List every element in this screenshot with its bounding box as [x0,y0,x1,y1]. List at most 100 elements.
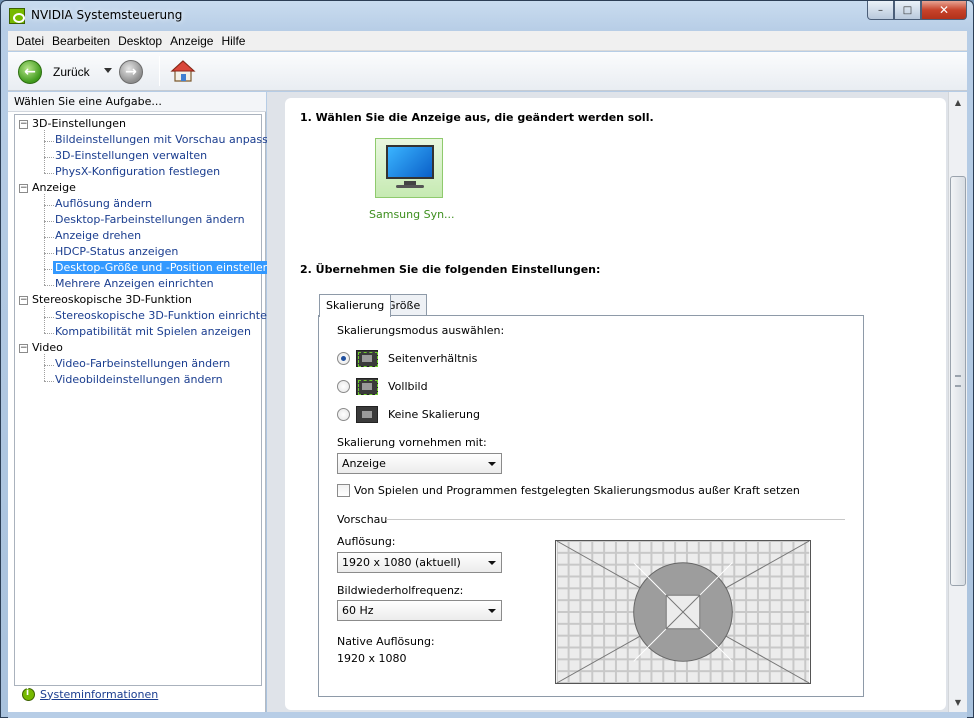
display-label[interactable]: Samsung Syn... [369,208,455,221]
radio-fullscreen-label[interactable]: Vollbild [388,380,428,393]
refresh-rate-select[interactable]: 60 Hz [337,600,502,621]
window-bottom-border [8,712,967,718]
fullscreen-icon [356,378,378,395]
scroll-up-icon[interactable]: ▲ [950,94,966,110]
tree-connector [44,237,54,238]
tree-link[interactable]: Anzeige drehen [55,229,141,242]
menu-hilfe[interactable]: Hilfe [217,34,249,48]
tree-connector [44,205,54,206]
tree-connector [44,141,54,142]
scaling-panel: Skalierungsmodus auswählen: Seitenverhäl… [318,315,864,697]
tree-link[interactable]: Stereoskopische 3D-Funktion einrichten [55,309,274,322]
tree-connector [44,253,54,254]
arrow-left-icon[interactable]: ← [18,60,42,84]
nvidia-logo-icon [9,8,25,24]
tree-link[interactable]: Video-Farbeinstellungen ändern [55,357,230,370]
refresh-rate-label: Bildwiederholfrequenz: [337,584,464,597]
home-icon[interactable] [170,59,196,83]
perform-scaling-label: Skalierung vornehmen mit: [337,436,487,449]
tree-category[interactable]: Video [32,341,63,354]
menu-datei[interactable]: Datei [12,34,48,48]
tree-connector [44,365,54,366]
tree-link[interactable]: Kompatibilität mit Spielen anzeigen [55,325,251,338]
tree-category[interactable]: 3D-Einstellungen [32,117,126,130]
display-tile[interactable] [375,138,443,198]
vertical-scrollbar[interactable]: ▲ ▼ [948,92,967,712]
tree-collapse-icon[interactable]: − [19,296,28,305]
minimize-button[interactable]: – [867,1,894,20]
tree-connector [44,157,54,158]
radio-aspect-ratio[interactable] [337,352,350,365]
settings-pane: 1. Wählen Sie die Anzeige aus, die geänd… [267,92,948,712]
tree-link[interactable]: Desktop-Farbeinstellungen ändern [55,213,245,226]
step1-title: 1. Wählen Sie die Anzeige aus, die geänd… [300,111,654,124]
override-scaling-label[interactable]: Von Spielen und Programmen festgelegten … [354,484,800,497]
arrow-right-icon[interactable]: → [119,60,143,84]
caption-buttons: – □ ✕ [867,1,967,21]
toolbar-separator [159,56,160,86]
tab-scaling[interactable]: Skalierung [319,294,392,317]
settings-content: 1. Wählen Sie die Anzeige aus, die geänd… [285,98,946,710]
history-dropdown-icon[interactable] [104,68,112,73]
native-resolution-label: Native Auflösung: [337,635,435,648]
back-button-label[interactable]: Zurück [53,65,90,79]
tree-connector [44,173,54,174]
monitor-icon [386,145,434,179]
close-button[interactable]: ✕ [921,1,967,20]
tree-connector [44,317,54,318]
tree-connector [44,221,54,222]
monitor-base [396,185,424,188]
system-info-label[interactable]: Systeminformationen [40,688,158,701]
radio-no-scaling-label[interactable]: Keine Skalierung [388,408,480,421]
no-scaling-icon [356,406,378,423]
perform-scaling-select[interactable]: Anzeige [337,453,502,474]
radio-aspect-ratio-label[interactable]: Seitenverhältnis [388,352,477,365]
tree-collapse-icon[interactable]: − [19,120,28,129]
radio-no-scaling[interactable] [337,408,350,421]
title-bar[interactable]: NVIDIA Systemsteuerung – □ ✕ [1,1,973,31]
tree-collapse-icon[interactable]: − [19,184,28,193]
resolution-select[interactable]: 1920 x 1080 (aktuell) [337,552,502,573]
scroll-thumb[interactable] [950,176,966,586]
menu-bearbeiten[interactable]: Bearbeiten [48,34,114,48]
aspect-ratio-icon [356,350,378,367]
window-title: NVIDIA Systemsteuerung [31,8,183,22]
preview-group-label: Vorschau [337,513,388,526]
tree-link[interactable]: Mehrere Anzeigen einrichten [55,277,214,290]
task-pane: Wählen Sie eine Aufgabe... −3D-Einstellu… [8,92,282,712]
tree-connector [44,285,54,286]
maximize-button[interactable]: □ [894,1,921,20]
tree-connector [44,354,45,381]
scaling-mode-label: Skalierungsmodus auswählen: [337,324,505,337]
tree-connector [44,130,45,173]
tree-link[interactable]: HDCP-Status anzeigen [55,245,178,258]
native-resolution-value: 1920 x 1080 [337,652,407,665]
toolbar: ← Zurück → [8,52,967,91]
scroll-down-icon[interactable]: ▼ [950,694,966,710]
scaling-preview [555,540,811,684]
info-icon [22,687,35,701]
menu-anzeige[interactable]: Anzeige [166,34,217,48]
override-scaling-checkbox[interactable] [337,484,350,497]
task-pane-header: Wählen Sie eine Aufgabe... [8,92,266,112]
tree-link[interactable]: Videobildeinstellungen ändern [55,373,223,386]
tree-link[interactable]: Bildeinstellungen mit Vorschau anpassen [55,133,282,146]
tree-link[interactable]: 3D-Einstellungen verwalten [55,149,207,162]
system-info-link[interactable]: Systeminformationen [22,685,158,703]
tree-connector [44,381,54,382]
tree-collapse-icon[interactable]: − [19,344,28,353]
tree-link-selected[interactable]: Desktop-Größe und -Position einstellen [53,261,272,274]
tree-connector [44,333,54,334]
tree-link[interactable]: Auflösung ändern [55,197,152,210]
radio-fullscreen[interactable] [337,380,350,393]
step2-title: 2. Übernehmen Sie die folgenden Einstell… [300,263,601,276]
preview-group-line [386,519,845,520]
tree-category[interactable]: Stereoskopische 3D-Funktion [32,293,192,306]
menu-bar: Datei Bearbeiten Desktop Anzeige Hilfe [8,31,967,51]
tree-connector [44,194,45,285]
menu-desktop[interactable]: Desktop [114,34,166,48]
tree-category[interactable]: Anzeige [32,181,76,194]
app-window: NVIDIA Systemsteuerung – □ ✕ Datei Bearb… [0,0,974,718]
tree-link[interactable]: PhysX-Konfiguration festlegen [55,165,220,178]
tree-connector [44,306,45,333]
